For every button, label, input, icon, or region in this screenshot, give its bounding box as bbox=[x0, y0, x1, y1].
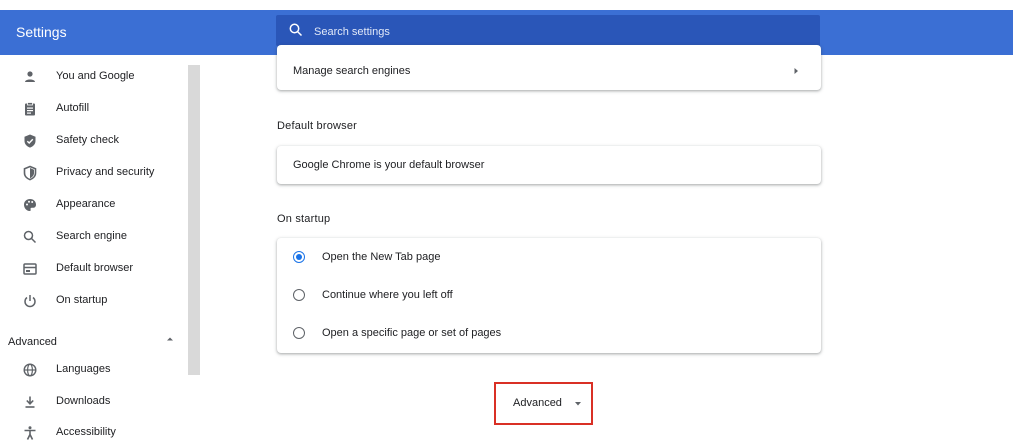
person-icon bbox=[25, 71, 35, 82]
on-startup-card: Open the New Tab page Continue where you… bbox=[277, 238, 821, 353]
caret-up-icon bbox=[167, 337, 173, 341]
manage-search-engines-link[interactable]: Manage search engines bbox=[293, 65, 410, 77]
sidebar-item-label: Downloads bbox=[56, 395, 111, 407]
sidebar-item-downloads[interactable]: Downloads bbox=[0, 388, 186, 416]
startup-option-label: Continue where you left off bbox=[322, 289, 453, 301]
search-box[interactable] bbox=[276, 15, 820, 48]
default-browser-status: Google Chrome is your default browser bbox=[293, 159, 485, 171]
settings-main: Manage search engines Default browser Go… bbox=[200, 45, 1013, 445]
clipboard-icon bbox=[25, 102, 35, 116]
sidebar-item-you-and-google[interactable]: You and Google bbox=[0, 63, 186, 91]
search-icon bbox=[289, 23, 303, 37]
startup-option-label: Open a specific page or set of pages bbox=[322, 327, 502, 339]
startup-option-specific-pages[interactable]: Open a specific page or set of pages bbox=[277, 314, 821, 352]
sidebar-item-languages[interactable]: Languages bbox=[0, 356, 186, 384]
sidebar-item-on-startup[interactable]: On startup bbox=[0, 287, 186, 315]
sidebar-item-safety-check[interactable]: Safety check bbox=[0, 127, 186, 155]
startup-option-continue[interactable]: Continue where you left off bbox=[277, 276, 821, 314]
sidebar-item-appearance[interactable]: Appearance bbox=[0, 191, 186, 219]
startup-option-new-tab[interactable]: Open the New Tab page bbox=[277, 238, 821, 276]
advanced-button[interactable]: Advanced bbox=[494, 382, 593, 425]
power-icon bbox=[24, 295, 36, 308]
radio-selected[interactable] bbox=[293, 251, 305, 263]
chevron-right-icon[interactable] bbox=[792, 67, 800, 75]
sidebar-item-label: On startup bbox=[56, 294, 108, 306]
app-title: Settings bbox=[16, 24, 67, 40]
sidebar-scrollbar-thumb[interactable] bbox=[188, 65, 200, 375]
sidebar-item-label: Accessibility bbox=[56, 426, 116, 438]
sidebar-item-label: Autofill bbox=[56, 102, 90, 114]
sidebar-item-label: You and Google bbox=[56, 70, 135, 82]
sidebar-item-label: Privacy and security bbox=[56, 166, 155, 178]
palette-icon bbox=[24, 199, 36, 211]
sidebar-item-default-browser[interactable]: Default browser bbox=[0, 255, 186, 283]
caret-down-icon bbox=[575, 402, 581, 406]
default-browser-card: Google Chrome is your default browser bbox=[277, 146, 821, 184]
sidebar-item-autofill[interactable]: Autofill bbox=[0, 95, 186, 123]
radio-unselected[interactable] bbox=[293, 289, 305, 301]
search-input[interactable] bbox=[312, 15, 796, 48]
advanced-button-label: Advanced bbox=[513, 397, 562, 409]
browser-icon bbox=[23, 263, 37, 275]
sidebar: You and Google Autofill Safety check Pri… bbox=[0, 55, 200, 445]
sidebar-item-label: Default browser bbox=[56, 262, 134, 274]
on-startup-title: On startup bbox=[277, 213, 331, 225]
sidebar-item-search-engine[interactable]: Search engine bbox=[0, 223, 186, 251]
sidebar-item-label: Safety check bbox=[56, 134, 119, 146]
search-icon bbox=[23, 230, 37, 244]
default-browser-title: Default browser bbox=[277, 120, 358, 132]
accessibility-icon bbox=[24, 426, 36, 440]
radio-unselected[interactable] bbox=[293, 327, 305, 339]
sidebar-item-privacy-and-security[interactable]: Privacy and security bbox=[0, 159, 186, 187]
sidebar-advanced-toggle[interactable]: Advanced bbox=[8, 332, 178, 348]
search-engine-card: Manage search engines bbox=[277, 45, 821, 90]
globe-icon bbox=[23, 363, 37, 377]
startup-option-label: Open the New Tab page bbox=[322, 251, 441, 263]
sidebar-advanced-label: Advanced bbox=[8, 336, 57, 348]
sidebar-item-label: Search engine bbox=[56, 230, 127, 242]
shield-icon bbox=[23, 165, 37, 181]
download-icon bbox=[25, 396, 35, 408]
sidebar-item-label: Appearance bbox=[56, 198, 116, 210]
sidebar-item-label: Languages bbox=[56, 363, 111, 375]
shield-check-icon bbox=[24, 134, 36, 148]
sidebar-item-accessibility[interactable]: Accessibility bbox=[0, 419, 186, 447]
